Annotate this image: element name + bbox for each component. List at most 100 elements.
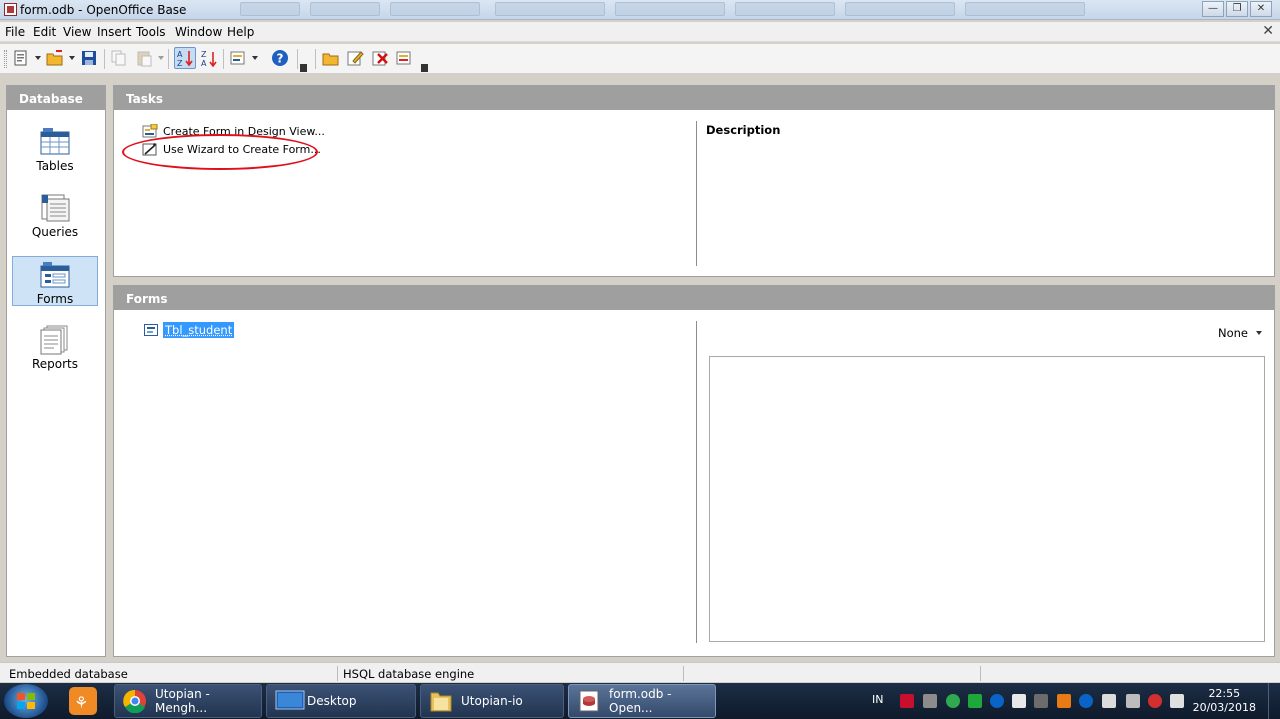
background-tab-ghost <box>240 2 300 16</box>
toolbar-grip[interactable] <box>4 50 7 68</box>
menu-view[interactable]: View <box>63 25 91 39</box>
svg-text:Z: Z <box>201 50 207 59</box>
network-icon[interactable] <box>946 694 960 708</box>
desktop-icon <box>275 689 305 713</box>
preview-mode-value: None <box>1217 326 1248 340</box>
start-button[interactable] <box>4 684 48 718</box>
volume-muted-icon[interactable] <box>1148 694 1162 708</box>
form-document-icon <box>144 324 158 336</box>
form-item-label: Tbl_student <box>163 322 235 338</box>
taskbar-item-label: Utopian-io <box>461 694 523 708</box>
toolbar-separator <box>168 49 169 69</box>
tasks-splitter[interactable] <box>696 121 697 266</box>
signal-icon[interactable] <box>1170 694 1184 708</box>
new-dropdown-icon[interactable] <box>35 56 41 60</box>
forms-panel: Forms Tbl_student None <box>113 285 1275 657</box>
database-item-reports[interactable]: Reports <box>12 322 98 372</box>
database-item-label: Queries <box>31 225 79 239</box>
menu-help[interactable]: Help <box>227 25 254 39</box>
menu-tools[interactable]: Tools <box>136 25 166 39</box>
sort-descending-icon[interactable]: ZA <box>200 49 218 68</box>
bluetooth-icon[interactable] <box>990 694 1004 708</box>
paste-dropdown-icon[interactable] <box>158 56 164 60</box>
menu-file[interactable]: File <box>5 25 25 39</box>
background-tab-ghost <box>495 2 605 16</box>
paste-icon[interactable] <box>135 49 153 67</box>
tables-icon <box>40 127 70 157</box>
toolbar-separator <box>315 49 316 69</box>
keyboard-icon[interactable] <box>923 694 937 708</box>
media-icon[interactable] <box>1079 694 1093 708</box>
database-item-queries[interactable]: Queries <box>12 190 98 240</box>
background-tab-ghost <box>965 2 1085 16</box>
background-tab-ghost <box>615 2 725 16</box>
forms-splitter[interactable] <box>696 321 697 643</box>
svg-text:⚘: ⚘ <box>74 693 88 712</box>
clock[interactable]: 22:55 20/03/2018 <box>1193 687 1256 715</box>
show-desktop-button[interactable] <box>1268 683 1280 719</box>
sort-ascending-icon[interactable]: AZ <box>174 47 196 69</box>
description-label: Description <box>706 123 781 137</box>
rename-object-icon[interactable] <box>395 49 413 67</box>
openoffice-base-icon <box>4 3 17 16</box>
database-item-tables[interactable]: Tables <box>12 124 98 174</box>
tools-icon[interactable] <box>1034 694 1048 708</box>
app-tray-icon[interactable] <box>1057 694 1071 708</box>
close-document-icon[interactable]: ✕ <box>1262 23 1274 39</box>
flag-icon[interactable] <box>1102 694 1116 708</box>
database-item-label: Tables <box>36 159 74 173</box>
menu-insert[interactable]: Insert <box>97 25 131 39</box>
taskbar-item-label: form.odb - Open... <box>609 687 672 715</box>
chrome-icon <box>123 689 147 714</box>
language-indicator[interactable]: IN <box>872 693 883 706</box>
database-item-forms[interactable]: Forms <box>12 256 98 306</box>
status-database-engine: HSQL database engine <box>343 667 475 681</box>
taskbar-item-chrome[interactable]: Utopian - Mengh... <box>114 684 262 718</box>
queries-icon <box>40 193 70 223</box>
form-dropdown-icon[interactable] <box>252 56 258 60</box>
menu-bar: File Edit View Insert Tools Window Help … <box>0 22 1280 42</box>
background-tab-ghost <box>845 2 955 16</box>
restore-button[interactable]: ❐ <box>1226 1 1248 17</box>
database-item-label: Reports <box>31 357 79 371</box>
tasks-panel-header: Tasks <box>114 86 1274 110</box>
database-panel-header: Database <box>7 86 105 110</box>
toolbar-overflow-icon[interactable] <box>300 64 307 72</box>
preview-mode-dropdown[interactable]: None <box>1218 326 1262 340</box>
svg-text:A: A <box>177 50 183 59</box>
menu-edit[interactable]: Edit <box>33 25 56 39</box>
utility-icon[interactable] <box>1012 694 1026 708</box>
taskbar-item-label: Desktop <box>307 694 357 708</box>
copy-icon[interactable] <box>110 49 128 67</box>
uc-browser-icon[interactable]: ⚘ <box>63 685 103 717</box>
edit-object-icon[interactable] <box>346 49 364 67</box>
toolbar-separator <box>223 49 224 69</box>
database-item-label: Forms <box>36 292 74 306</box>
antivirus-icon[interactable] <box>968 694 982 708</box>
minimize-button[interactable]: — <box>1202 1 1224 17</box>
form-icon[interactable] <box>229 49 247 67</box>
menu-window[interactable]: Window <box>175 25 222 39</box>
taskbar-item-desktop[interactable]: Desktop <box>266 684 416 718</box>
tasks-panel: Tasks Create Form in Design View... Use … <box>113 85 1275 277</box>
help-icon[interactable]: ? <box>271 49 289 67</box>
form-item-tbl-student[interactable]: Tbl_student <box>144 322 235 338</box>
svg-text:Z: Z <box>177 59 183 68</box>
adobe-icon[interactable] <box>900 694 914 708</box>
taskbar-item-folder[interactable]: Utopian-io <box>420 684 564 718</box>
toolbar-overflow-icon[interactable] <box>421 64 428 72</box>
open-dropdown-icon[interactable] <box>69 56 75 60</box>
delete-object-icon[interactable] <box>371 49 389 67</box>
open-object-icon[interactable] <box>322 49 340 67</box>
annotation-circle <box>122 134 318 170</box>
status-database-type: Embedded database <box>9 667 128 681</box>
forms-panel-header: Forms <box>114 286 1274 310</box>
power-icon[interactable] <box>1126 694 1140 708</box>
open-icon[interactable] <box>46 49 64 67</box>
save-icon[interactable] <box>80 49 98 67</box>
close-window-button[interactable]: ✕ <box>1250 1 1272 17</box>
taskbar-item-openoffice[interactable]: form.odb - Open... <box>568 684 716 718</box>
new-icon[interactable] <box>12 49 30 67</box>
clock-time: 22:55 <box>1208 687 1241 700</box>
chevron-down-icon <box>1256 331 1262 335</box>
